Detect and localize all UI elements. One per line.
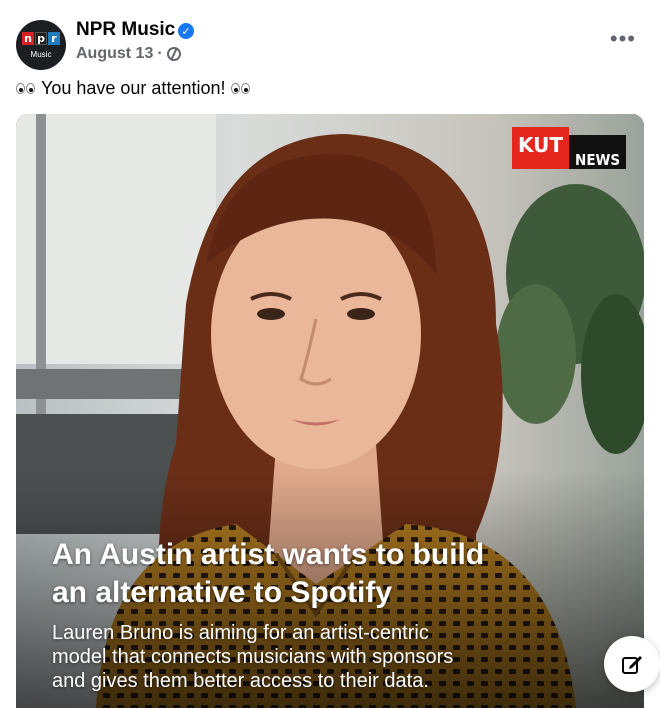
kut-news-logo: KUT NEWS (512, 127, 627, 169)
eyes-emoji-icon (231, 83, 251, 94)
news-label: NEWS (569, 135, 627, 169)
facebook-post: n p r Music NPR Music ✓ August 13 · ••• … (0, 0, 660, 708)
article-subline: Lauren Bruno is aiming for an artist-cen… (52, 622, 454, 692)
caption-text: You have our attention! (41, 78, 226, 98)
post-media[interactable]: KUT NEWS (16, 114, 644, 708)
meta-separator: · (157, 45, 163, 62)
post-date[interactable]: August 13 (76, 45, 153, 63)
npr-logo: n p r (22, 32, 60, 45)
article-headline: An Austin artist wants to build an alter… (52, 538, 485, 609)
compose-button[interactable] (604, 636, 660, 692)
eyes-emoji-icon (16, 83, 35, 94)
more-options-icon[interactable]: ••• (610, 28, 636, 50)
page-avatar[interactable]: n p r Music (16, 20, 66, 70)
verified-badge-icon: ✓ (178, 23, 194, 39)
globe-icon[interactable] (166, 47, 181, 61)
page-name[interactable]: NPR Music (76, 19, 175, 41)
post-caption: You have our attention! (16, 78, 251, 99)
post-meta: August 13 · (76, 45, 181, 63)
compose-icon (622, 656, 642, 674)
portrait-photo (16, 114, 644, 708)
avatar-subtitle: Music (30, 50, 52, 59)
kut-label: KUT (512, 127, 570, 169)
